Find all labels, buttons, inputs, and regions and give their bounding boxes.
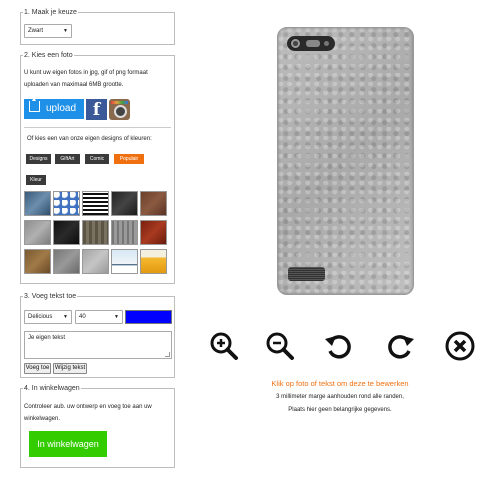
swatch-beer[interactable]	[140, 249, 167, 274]
upload-label: upload	[46, 103, 77, 114]
size-value: 40	[79, 314, 86, 320]
speaker-grille	[288, 267, 325, 281]
flash-icon	[306, 40, 320, 47]
cart-legend: 4. In winkelwagen	[23, 384, 81, 393]
cart-instruction: Controleer aub. uw ontwerp en voeg toe a…	[24, 404, 152, 422]
swatch-brown-leather[interactable]	[140, 191, 167, 216]
swatch-rust[interactable]	[24, 249, 51, 274]
case-color-select[interactable]: Zwart ▼	[24, 24, 72, 38]
swatch-bark[interactable]	[82, 220, 109, 245]
text-input-value: Je eigen tekst	[28, 335, 66, 341]
zoom-in-icon[interactable]	[208, 330, 240, 362]
chevron-down-icon: ▼	[63, 28, 68, 34]
edit-hint: Klik op foto of tekst om deze te bewerke…	[271, 379, 409, 388]
text-color-picker[interactable]	[125, 310, 172, 324]
swatch-black-leather[interactable]	[53, 220, 80, 245]
swatch-denim[interactable]	[24, 191, 51, 216]
font-value: Delicious	[28, 314, 53, 320]
size-select[interactable]: 40 ▼	[75, 310, 123, 324]
text-legend: 3. Voeg tekst toe	[23, 292, 78, 301]
upload-button[interactable]: upload	[24, 97, 84, 119]
choice-legend: 1. Maak je keuze	[23, 8, 78, 17]
divider	[24, 127, 171, 128]
swatch-concrete[interactable]	[24, 220, 51, 245]
add-to-cart-button[interactable]: In winkelwagen	[29, 431, 107, 457]
rotate-left-icon[interactable]	[323, 330, 355, 362]
choice-panel: 1. Maak je keuze Zwart ▼	[20, 8, 175, 45]
sensor-dot-icon	[324, 41, 329, 46]
swatch-dark[interactable]	[111, 191, 138, 216]
delete-icon[interactable]	[444, 330, 476, 362]
tab-designs[interactable]: Designs	[26, 154, 51, 164]
instagram-icon[interactable]	[109, 99, 130, 120]
margin-note: 3 millimeter marge aanhouden rond alle r…	[276, 394, 404, 400]
chevron-down-icon: ▼	[114, 314, 119, 320]
swatch-snow[interactable]	[111, 249, 138, 274]
tab-populair[interactable]: Populair	[114, 154, 144, 164]
photo-legend: 2. Kies een foto	[23, 51, 74, 60]
case-color-value: Zwart	[28, 28, 43, 34]
chevron-down-icon: ▼	[63, 314, 68, 320]
resize-grip-icon[interactable]	[165, 352, 170, 357]
swatch-stone[interactable]	[53, 249, 80, 274]
text-input[interactable]: Je eigen tekst	[24, 331, 172, 359]
tab-kleur[interactable]: Kleur	[26, 175, 46, 185]
swatch-blue-floral[interactable]	[53, 191, 80, 216]
swatch-grey-leather[interactable]	[82, 249, 109, 274]
cart-panel: 4. In winkelwagen Controleer aub. uw ont…	[20, 384, 175, 468]
zoom-out-icon[interactable]	[264, 330, 296, 362]
rotate-right-icon[interactable]	[384, 330, 416, 362]
font-select[interactable]: Delicious ▼	[24, 310, 72, 324]
upload-instruction: U kunt uw eigen fotos in jpg, gif of png…	[24, 70, 148, 88]
swatch-grey-wood[interactable]	[111, 220, 138, 245]
camera-module	[287, 36, 335, 51]
designs-intro: Of kies een van onze eigen designs of kl…	[27, 136, 152, 142]
swatch-stripes[interactable]	[82, 191, 109, 216]
edit-text-button[interactable]: Wijzig tekst	[53, 363, 87, 374]
placement-note: Plaats hier geen belangrijke gegevens.	[288, 407, 392, 413]
text-panel: 3. Voeg tekst toe Delicious ▼ 40 ▼ Je ei…	[20, 292, 175, 378]
facebook-icon[interactable]: f	[86, 99, 107, 120]
phone-case-preview[interactable]	[277, 27, 414, 295]
camera-lens-icon	[290, 38, 301, 49]
tab-comic[interactable]: Comic	[85, 154, 109, 164]
photo-panel: 2. Kies een foto U kunt uw eigen fotos i…	[20, 51, 175, 284]
add-text-button[interactable]: Voeg toe	[24, 363, 51, 374]
swatch-red-leather[interactable]	[140, 220, 167, 245]
upload-icon	[29, 97, 40, 112]
tab-giftart[interactable]: GiftArt	[55, 154, 80, 164]
